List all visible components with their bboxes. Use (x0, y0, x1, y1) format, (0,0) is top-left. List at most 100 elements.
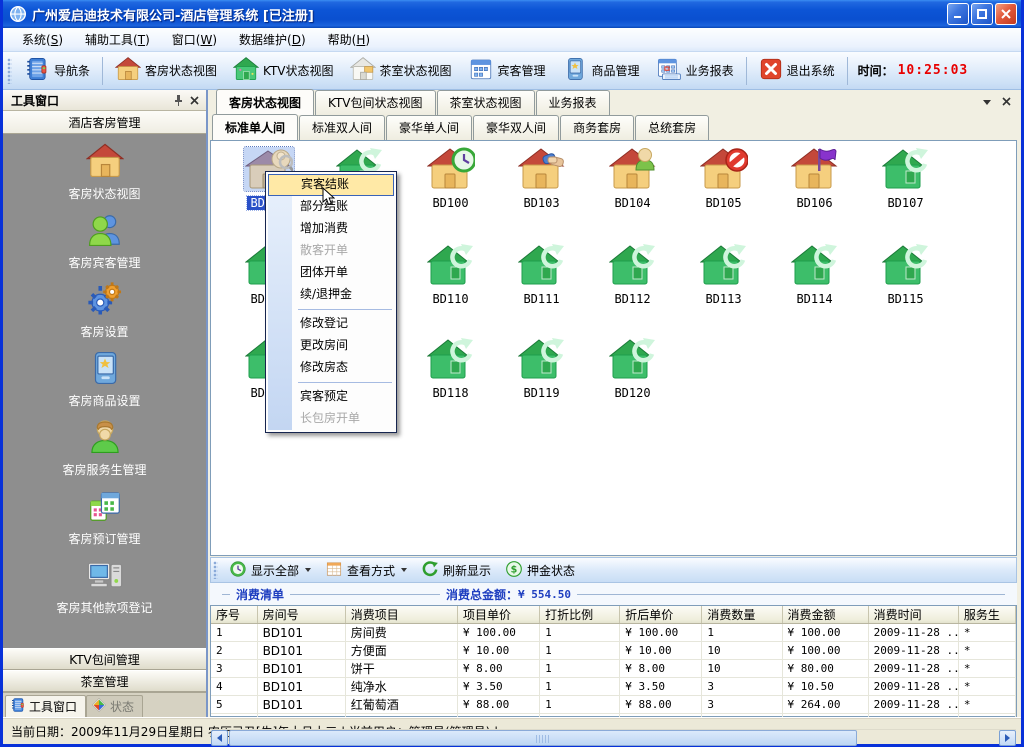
table-row-5[interactable]: 5BD101红葡萄酒¥ 88.001¥ 88.003¥ 264.002009-1… (211, 696, 1016, 714)
pin-icon[interactable] (170, 93, 186, 108)
maximize-button[interactable] (971, 3, 993, 25)
sidebar-close-icon[interactable] (186, 93, 202, 108)
room-BD118[interactable]: BD118 (405, 337, 496, 400)
room-BD104[interactable]: BD104 (587, 147, 678, 210)
context-menu-item-5[interactable]: 团体开单 (268, 262, 394, 284)
room-type-tab-6[interactable]: 总统套房 (635, 115, 709, 140)
room-type-tab-4[interactable]: 豪华双人间 (473, 115, 559, 140)
room-BD110[interactable]: BD110 (405, 243, 496, 306)
toolbar-button-4[interactable]: 茶室状态视图 (342, 54, 460, 87)
menu-t[interactable]: 辅助工具(T) (74, 28, 161, 51)
scrollbar-thumb[interactable] (229, 730, 857, 746)
room-BD114[interactable]: BD114 (769, 243, 860, 306)
close-button[interactable] (995, 3, 1017, 25)
table-row-2[interactable]: 2BD101方便面¥ 10.001¥ 10.0010¥ 100.002009-1… (211, 642, 1016, 660)
column-header-2[interactable]: 房间号 (257, 606, 345, 624)
dropdown-arrow-icon[interactable] (305, 568, 311, 572)
room-BD103[interactable]: BD103 (496, 147, 587, 210)
action-button-4[interactable]: $ 押金状态 (498, 558, 582, 583)
room-BD107[interactable]: BD107 (860, 147, 951, 210)
scroll-right-icon[interactable] (999, 730, 1016, 746)
room-BD119[interactable]: BD119 (496, 337, 587, 400)
action-button-2[interactable]: 查看方式 (318, 558, 414, 583)
room-BD105[interactable]: BD105 (678, 147, 769, 210)
column-header-8[interactable]: 消费金额 (782, 606, 868, 624)
main-tab-3[interactable]: 茶室状态视图 (437, 90, 535, 115)
context-menu-item-6[interactable]: 续/退押金 (268, 284, 394, 306)
room-BD112[interactable]: BD112 (587, 243, 678, 306)
tab-list-dropdown-icon[interactable] (983, 95, 992, 109)
room-label: BD100 (429, 196, 471, 210)
context-menu-item-7[interactable]: 修改登记 (268, 313, 394, 335)
sidebar-item-2[interactable]: 客房宾客管理 (3, 211, 206, 271)
room-type-tab-3[interactable]: 豪华单人间 (386, 115, 472, 140)
toolbar-button-8[interactable]: 退出系统 (751, 55, 843, 86)
actionbar-grip[interactable] (213, 561, 218, 579)
main-toolbar: 导航条客房状态视图KTV状态视图茶室状态视图宾客管理商品管理业务报表退出系统 时… (3, 52, 1021, 90)
sidebar-group-2[interactable]: 茶室管理 (3, 670, 206, 692)
horizontal-scrollbar[interactable] (211, 729, 1016, 730)
minimize-button[interactable] (947, 3, 969, 25)
sidebar-item-6[interactable]: 客房预订管理 (3, 487, 206, 547)
sidebar-item-1[interactable]: 客房状态视图 (3, 142, 206, 202)
main-tab-4[interactable]: 业务报表 (536, 90, 610, 115)
room-BD100[interactable]: BD100 (405, 147, 496, 210)
toolbar-button-6[interactable]: 商品管理 (554, 54, 648, 87)
cell-r5c5: 1 (540, 696, 620, 714)
sidebar-item-7[interactable]: 客房其他款项登记 (3, 556, 206, 616)
toolbar-button-5[interactable]: 宾客管理 (460, 54, 554, 87)
room-type-tab-5[interactable]: 商务套房 (560, 115, 634, 140)
dropdown-arrow-icon[interactable] (401, 568, 407, 572)
column-header-3[interactable]: 消费项目 (345, 606, 457, 624)
sidebar-item-5[interactable]: 客房服务生管理 (3, 418, 206, 478)
room-BD106[interactable]: BD106 (769, 147, 860, 210)
column-header-7[interactable]: 消费数量 (702, 606, 782, 624)
main-tab-1[interactable]: 客房状态视图 (216, 89, 314, 115)
menu-h[interactable]: 帮助(H) (317, 28, 381, 51)
cell-r5c7: 3 (702, 696, 782, 714)
menu-d[interactable]: 数据维护(D) (228, 28, 317, 51)
sidebar-bottom-tab-1[interactable]: 工具窗口 (5, 695, 86, 717)
column-header-4[interactable]: 项目单价 (457, 606, 539, 624)
room-BD115[interactable]: BD115 (860, 243, 951, 306)
context-menu-item-3[interactable]: 增加消费 (268, 218, 394, 240)
tab-close-icon[interactable] (1002, 95, 1011, 109)
room-type-tab-2[interactable]: 标准双人间 (299, 115, 385, 140)
menu-w[interactable]: 窗口(W) (161, 28, 228, 51)
table-row-1[interactable]: 1BD101房间费¥ 100.001¥ 100.001¥ 100.002009-… (211, 624, 1016, 642)
view-mode-icon (325, 560, 343, 581)
column-header-1[interactable]: 序号 (211, 606, 257, 624)
action-button-1[interactable]: 显示全部 (222, 558, 318, 583)
action-button-3[interactable]: 刷新显示 (414, 558, 498, 583)
toolbar-button-1[interactable]: 导航条 (16, 54, 98, 87)
sidebar-item-3[interactable]: 客房设置 (3, 280, 206, 340)
toolbar-button-2[interactable]: 客房状态视图 (107, 54, 225, 87)
sidebar-group-1[interactable]: KTV包间管理 (3, 648, 206, 670)
toolbar-grip[interactable] (7, 58, 12, 84)
house-green-icon (233, 56, 259, 85)
cell-r1c1: 1 (211, 624, 257, 642)
room-BD111[interactable]: BD111 (496, 243, 587, 306)
scroll-left-icon[interactable] (211, 730, 228, 746)
column-header-6[interactable]: 折后单价 (620, 606, 702, 624)
sidebar-section-hotel-rooms[interactable]: 酒店客房管理 (3, 111, 206, 134)
table-row-4[interactable]: 4BD101纯净水¥ 3.501¥ 3.503¥ 10.502009-11-28… (211, 678, 1016, 696)
context-menu-item-9[interactable]: 修改房态 (268, 357, 394, 379)
toolbar-button-3[interactable]: KTV状态视图 (225, 54, 341, 87)
cell-r3c4: ¥ 8.00 (457, 660, 539, 678)
column-header-5[interactable]: 打折比例 (540, 606, 620, 624)
sidebar-item-4[interactable]: 客房商品设置 (3, 349, 206, 409)
room-type-tab-1[interactable]: 标准单人间 (212, 114, 298, 140)
column-header-9[interactable]: 消费时间 (868, 606, 958, 624)
navigator-icon (24, 56, 50, 85)
column-header-10[interactable]: 服务生 (958, 606, 1015, 624)
toolbar-button-7[interactable]: 业务报表 (648, 54, 742, 87)
room-BD113[interactable]: BD113 (678, 243, 769, 306)
context-menu-item-10[interactable]: 宾客预定 (268, 386, 394, 408)
room-BD120[interactable]: BD120 (587, 337, 678, 400)
table-row-3[interactable]: 3BD101饼干¥ 8.001¥ 8.0010¥ 80.002009-11-28… (211, 660, 1016, 678)
context-menu-item-8[interactable]: 更改房间 (268, 335, 394, 357)
main-tab-2[interactable]: KTV包间状态视图 (315, 90, 435, 115)
menu-s[interactable]: 系统(S) (11, 28, 74, 51)
sidebar-bottom-tab-2[interactable]: 状态 (86, 695, 143, 717)
